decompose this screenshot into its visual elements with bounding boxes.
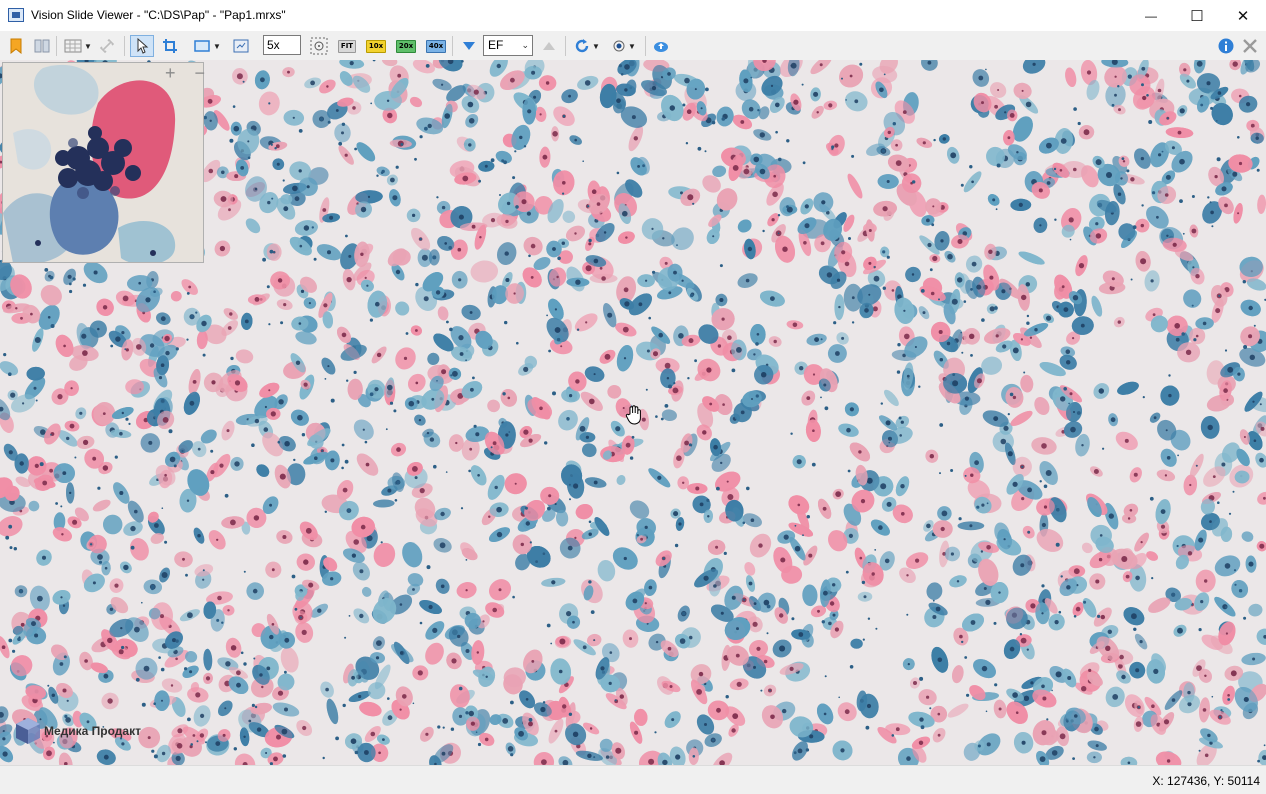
pointer-tool-button[interactable] (130, 35, 154, 57)
toolbar-separator (645, 36, 646, 56)
minimize-button[interactable]: — (1128, 0, 1174, 31)
cube-logo-icon (16, 718, 40, 744)
bookmark-icon (10, 38, 22, 54)
title-bar: Vision Slide Viewer - "C:\DS\Pap" - "Pap… (0, 0, 1266, 32)
split-view-icon (34, 39, 50, 53)
filter-button[interactable]: ▼ (609, 35, 639, 57)
app-window: Vision Slide Viewer - "C:\DS\Pap" - "Pap… (0, 0, 1266, 794)
mag-40x-button[interactable]: 40x (425, 35, 447, 57)
grid-button[interactable]: ▼ (62, 35, 94, 57)
toolbar-separator (452, 36, 453, 56)
vendor-watermark: Медика Продакт (15, 717, 141, 745)
zoom-level-input[interactable]: 5x (263, 35, 301, 55)
grid-icon (64, 39, 82, 53)
overview-zoom-out-button[interactable]: − (194, 64, 205, 82)
crop-button[interactable] (160, 35, 180, 57)
app-icon (8, 8, 24, 22)
maximize-button[interactable]: ☐ (1174, 0, 1220, 31)
focus-down-icon (463, 42, 475, 50)
upload-icon (654, 42, 668, 52)
toolbar-separator (565, 36, 566, 56)
fit-button[interactable]: FIT (337, 35, 357, 57)
mag-20x-badge: 20x (395, 39, 417, 53)
center-target-icon (310, 37, 328, 55)
filter-icon (613, 40, 625, 52)
center-target-button[interactable] (308, 35, 330, 57)
region-button[interactable]: ▼ (190, 35, 224, 57)
overview-thumbnail[interactable] (2, 62, 204, 263)
screenshot-icon (233, 39, 249, 53)
mag-10x-badge: 10x (365, 39, 387, 53)
focus-layer-select[interactable]: EF ⌄ (483, 35, 533, 56)
region-icon (194, 40, 210, 52)
mag-40x-badge: 40x (425, 39, 447, 53)
focus-up-button[interactable] (539, 35, 559, 57)
info-button[interactable] (1216, 35, 1236, 57)
crop-icon (163, 39, 177, 53)
mag-10x-button[interactable]: 10x (365, 35, 387, 57)
fit-badge: FIT (337, 39, 357, 53)
tools-button[interactable] (1240, 35, 1260, 57)
focus-down-button[interactable] (459, 35, 479, 57)
overview-zoom-controls: + − (165, 64, 205, 82)
window-title: Vision Slide Viewer - "C:\DS\Pap" - "Pap… (31, 8, 286, 22)
focus-layer-value: EF (488, 38, 504, 52)
screenshot-button[interactable] (231, 35, 251, 57)
hand-cursor-icon (625, 405, 643, 430)
cursor-coordinates: X: 127436, Y: 50114 (1152, 774, 1260, 788)
overview-image (3, 63, 203, 262)
bookmark-button[interactable] (8, 35, 24, 57)
split-view-button[interactable] (33, 35, 51, 57)
chevron-down-icon: ⌄ (521, 40, 529, 50)
link-icon (100, 39, 114, 53)
rotate-icon (575, 39, 589, 53)
upload-button[interactable] (651, 35, 671, 57)
pointer-icon (137, 38, 149, 54)
link-button[interactable] (98, 35, 116, 57)
mag-20x-button[interactable]: 20x (395, 35, 417, 57)
toolbar-separator (124, 36, 125, 56)
close-button[interactable]: ✕ (1220, 0, 1266, 31)
status-bar: X: 127436, Y: 50114 (0, 765, 1266, 794)
rotate-button[interactable]: ▼ (571, 35, 603, 57)
toolbar-separator (56, 36, 57, 56)
overview-zoom-in-button[interactable]: + (165, 64, 176, 82)
info-icon (1218, 38, 1234, 54)
tools-icon (1243, 39, 1257, 53)
focus-up-icon (543, 42, 555, 50)
watermark-text: Медика Продакт (44, 724, 141, 738)
